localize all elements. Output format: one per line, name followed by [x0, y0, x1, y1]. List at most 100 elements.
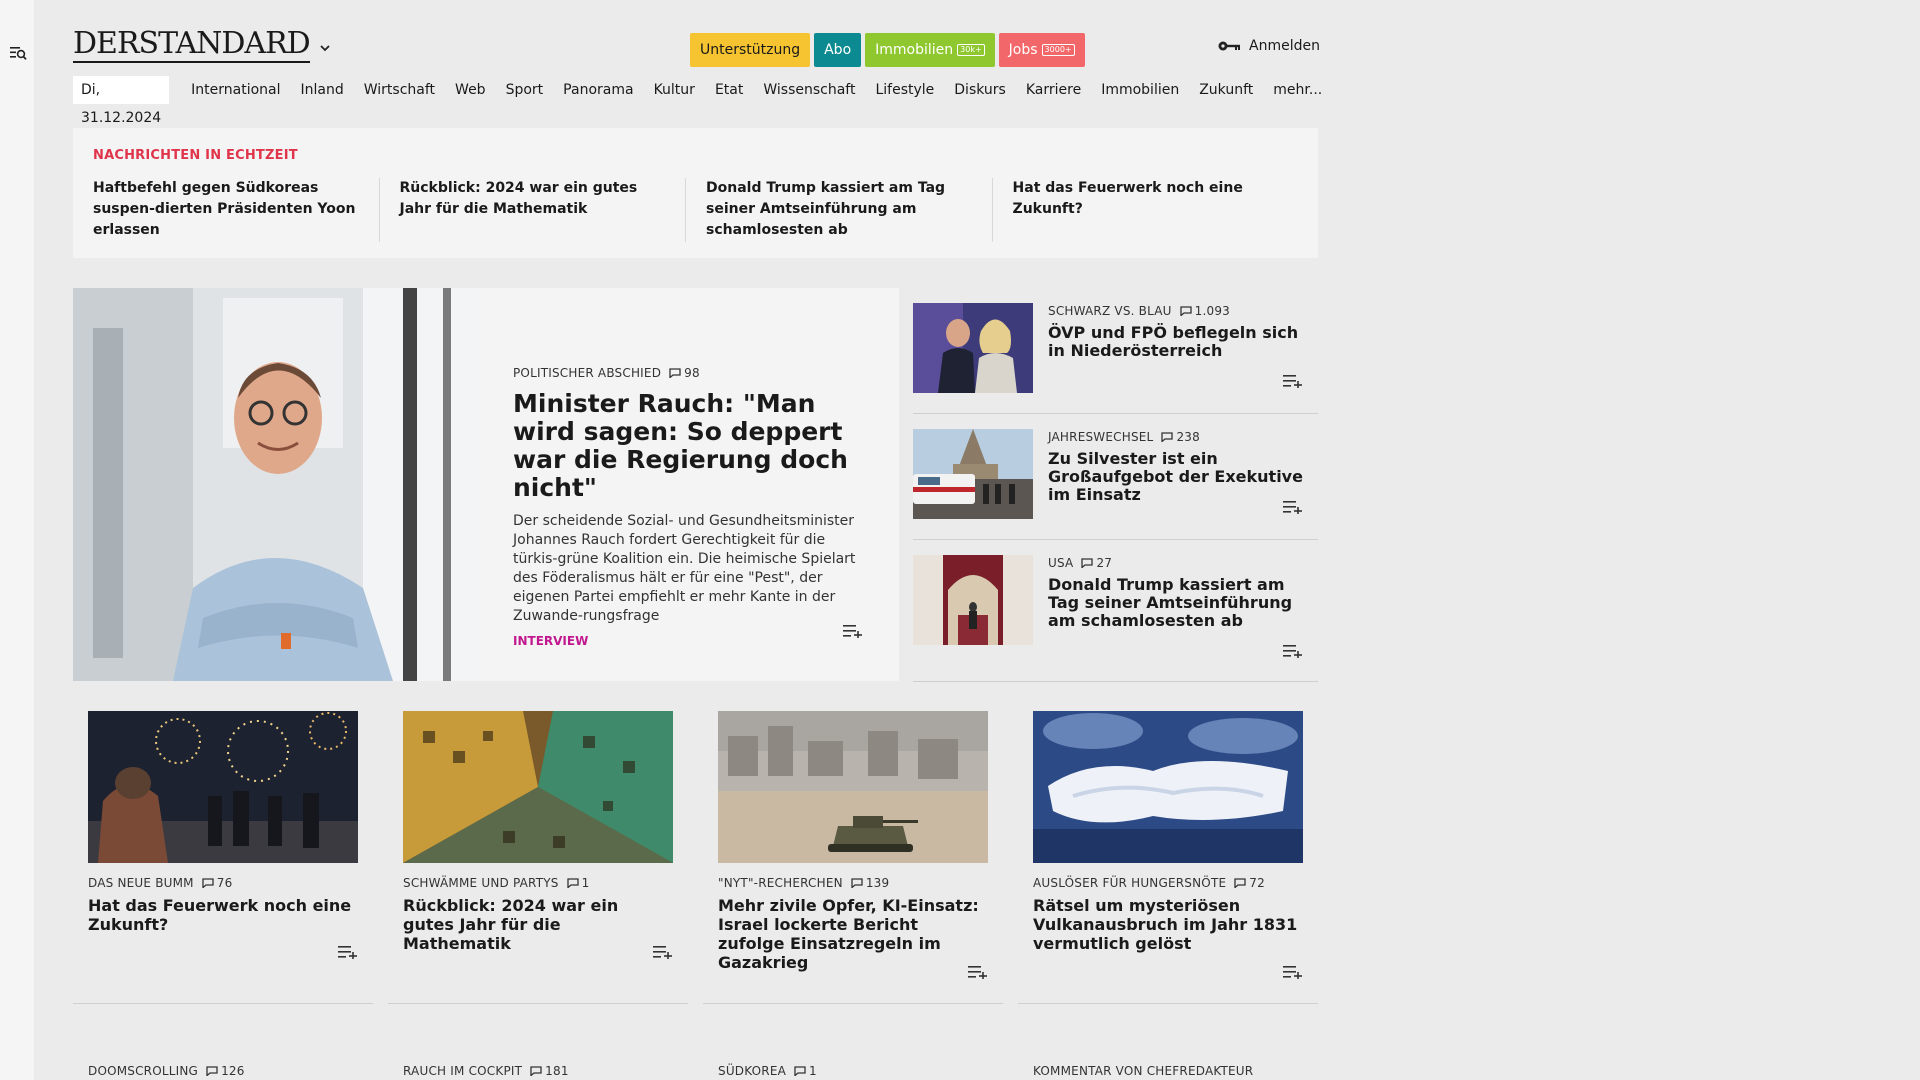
next-teaser-row: DOOMSCROLLING 126 RAUCH IM COCKPIT 181 S… [73, 1064, 1318, 1078]
add-to-list-icon[interactable] [1283, 965, 1303, 979]
comment-count-value: 1 [809, 1064, 817, 1078]
teaser-kicker-text: SCHWÄMME UND PARTYS [403, 876, 559, 890]
nav-item-inland[interactable]: Inland [291, 82, 354, 98]
live-news-item[interactable]: Hat das Feuerwerk noch eine Zukunft? [1013, 178, 1299, 242]
hero-image[interactable] [73, 288, 479, 681]
support-button[interactable]: Unterstützung [690, 33, 811, 67]
comment-icon [202, 878, 214, 888]
story-image[interactable] [913, 555, 1033, 645]
add-to-list-icon[interactable] [338, 945, 358, 959]
teaser-kicker[interactable]: SÜDKOREA 1 [703, 1064, 1003, 1078]
nav-item-panorama[interactable]: Panorama [553, 82, 643, 98]
comment-count[interactable]: 72 [1234, 876, 1265, 890]
abo-button[interactable]: Abo [814, 33, 862, 67]
immobilien-button[interactable]: Immobilien 30k+ [865, 33, 995, 67]
live-news-item[interactable]: Rückblick: 2024 war ein gutes Jahr für d… [400, 178, 687, 242]
nav-item-zukunft[interactable]: Zukunft [1189, 82, 1263, 98]
live-news-item[interactable]: Donald Trump kassiert am Tag seiner Amts… [706, 178, 993, 242]
teaser-image[interactable] [718, 711, 988, 863]
nav-item-wirtschaft[interactable]: Wirtschaft [354, 82, 445, 98]
comment-count[interactable]: 126 [206, 1064, 245, 1078]
live-news-panel: NACHRICHTEN IN ECHTZEIT Haftbefehl gegen… [73, 128, 1318, 258]
comment-count-value: 1 [581, 876, 590, 890]
comment-count-value: 238 [1176, 430, 1200, 444]
story-title[interactable]: Donald Trump kassiert am Tag seiner Amts… [1048, 576, 1318, 630]
teaser-title[interactable]: Rätsel um mysteriösen Vulkanausbruch im … [1033, 896, 1303, 953]
comment-count[interactable]: 1 [794, 1064, 817, 1078]
nav-item-sport[interactable]: Sport [496, 82, 554, 98]
nav-item-karriere[interactable]: Karriere [1016, 82, 1091, 98]
add-to-list-icon[interactable] [1283, 500, 1303, 514]
story-kicker: USA 27 [1048, 556, 1318, 570]
jobs-button-label: Jobs [1008, 42, 1038, 58]
comment-count[interactable]: 27 [1081, 556, 1112, 570]
current-date: Di, 31.12.2024 [73, 76, 170, 126]
nav-item-diskurs[interactable]: Diskurs [944, 82, 1016, 98]
teaser-kicker: "NYT"-RECHERCHEN 139 [718, 876, 988, 890]
add-to-list-icon[interactable] [653, 945, 673, 959]
login-link[interactable]: Anmelden [1217, 38, 1320, 54]
chevron-down-icon[interactable] [319, 42, 331, 54]
comment-count[interactable]: 1.093 [1180, 304, 1230, 318]
teaser-card[interactable]: SCHWÄMME UND PARTYS 1 Rückblick: 2024 wa… [388, 711, 688, 1004]
story-image[interactable] [913, 303, 1033, 393]
story-title[interactable]: ÖVP und FPÖ beflegeln sich in Niederöste… [1048, 324, 1318, 360]
live-news-item[interactable]: Haftbefehl gegen Südkoreas suspen-dierte… [93, 178, 380, 242]
nav-item-lifestyle[interactable]: Lifestyle [865, 82, 944, 98]
teaser-image[interactable] [88, 711, 358, 863]
comment-count[interactable]: 139 [851, 876, 890, 890]
side-story[interactable]: USA 27 Donald Trump kassiert am Tag sein… [913, 540, 1318, 682]
side-story[interactable]: SCHWARZ VS. BLAU 1.093 ÖVP und FPÖ befle… [913, 288, 1318, 414]
side-story[interactable]: JAHRESWECHSEL 238 Zu Silvester ist ein G… [913, 414, 1318, 540]
comment-count[interactable]: 238 [1161, 430, 1200, 444]
story-kicker: SCHWARZ VS. BLAU 1.093 [1048, 304, 1318, 318]
teaser-kicker-text: DAS NEUE BUMM [88, 876, 194, 890]
add-to-list-icon[interactable] [1283, 644, 1303, 658]
teaser-card[interactable]: "NYT"-RECHERCHEN 139 Mehr zivile Opfer, … [703, 711, 1003, 1004]
add-to-list-icon[interactable] [1283, 374, 1303, 388]
teaser-title[interactable]: Rückblick: 2024 war ein gutes Jahr für d… [403, 896, 673, 953]
teaser-kicker: AUSLÖSER FÜR HUNGERSNÖTE 72 [1033, 876, 1303, 890]
comment-count-value: 98 [684, 366, 700, 380]
nav-item-more[interactable]: mehr... [1263, 82, 1332, 98]
comment-count-value: 181 [545, 1064, 569, 1078]
story-title[interactable]: Zu Silvester ist ein Großaufgebot der Ex… [1048, 450, 1318, 504]
add-to-list-icon[interactable] [843, 624, 863, 638]
add-to-list-icon[interactable] [968, 965, 988, 979]
menu-search-icon[interactable] [9, 44, 27, 62]
hero-article[interactable]: POLITISCHER ABSCHIED 98 Minister Rauch: … [73, 288, 899, 681]
teaser-title[interactable]: Hat das Feuerwerk noch eine Zukunft? [88, 896, 358, 934]
teaser-kicker[interactable]: RAUCH IM COCKPIT 181 [388, 1064, 688, 1078]
teaser-card[interactable]: AUSLÖSER FÜR HUNGERSNÖTE 72 Rätsel um my… [1018, 711, 1318, 1004]
teaser-kicker: DAS NEUE BUMM 76 [88, 876, 358, 890]
site-logo[interactable]: DERSTANDARD [73, 28, 311, 63]
teaser-kicker[interactable]: DOOMSCROLLING 126 [73, 1064, 373, 1078]
comment-count[interactable]: 181 [530, 1064, 569, 1078]
comment-icon [1081, 558, 1094, 568]
teaser-kicker-text: "NYT"-RECHERCHEN [718, 876, 843, 890]
teaser-image[interactable] [403, 711, 673, 863]
nav-item-web[interactable]: Web [445, 82, 496, 98]
nav-item-wissenschaft[interactable]: Wissenschaft [753, 82, 865, 98]
nav-item-international[interactable]: International [181, 82, 290, 98]
nav-item-etat[interactable]: Etat [705, 82, 753, 98]
side-stories: SCHWARZ VS. BLAU 1.093 ÖVP und FPÖ befle… [913, 288, 1318, 682]
comment-icon [566, 878, 579, 888]
immobilien-button-label: Immobilien [875, 42, 954, 58]
teaser-card[interactable]: DAS NEUE BUMM 76 Hat das Feuerwerk noch … [73, 711, 373, 1004]
comment-count[interactable]: 1 [566, 876, 590, 890]
comment-count[interactable]: 98 [669, 366, 700, 380]
teaser-image[interactable] [1033, 711, 1303, 863]
header-buttons: Unterstützung Abo Immobilien 30k+ Jobs 3… [690, 33, 1085, 67]
nav-item-kultur[interactable]: Kultur [644, 82, 705, 98]
story-image[interactable] [913, 429, 1033, 519]
comment-count-value: 27 [1096, 556, 1113, 570]
nav-item-immobilien[interactable]: Immobilien [1091, 82, 1189, 98]
jobs-button[interactable]: Jobs 3000+ [998, 33, 1085, 67]
hero-title[interactable]: Minister Rauch: "Man wird sagen: So depp… [513, 390, 867, 502]
teaser-kicker[interactable]: KOMMENTAR VON CHEFREDAKTEUR [1018, 1064, 1318, 1078]
teaser-title[interactable]: Mehr zivile Opfer, KI-Einsatz: Israel lo… [718, 896, 988, 972]
comment-count-value: 126 [221, 1064, 245, 1078]
teaser-kicker-text: KOMMENTAR VON CHEFREDAKTEUR [1033, 1064, 1254, 1078]
comment-count[interactable]: 76 [202, 876, 233, 890]
